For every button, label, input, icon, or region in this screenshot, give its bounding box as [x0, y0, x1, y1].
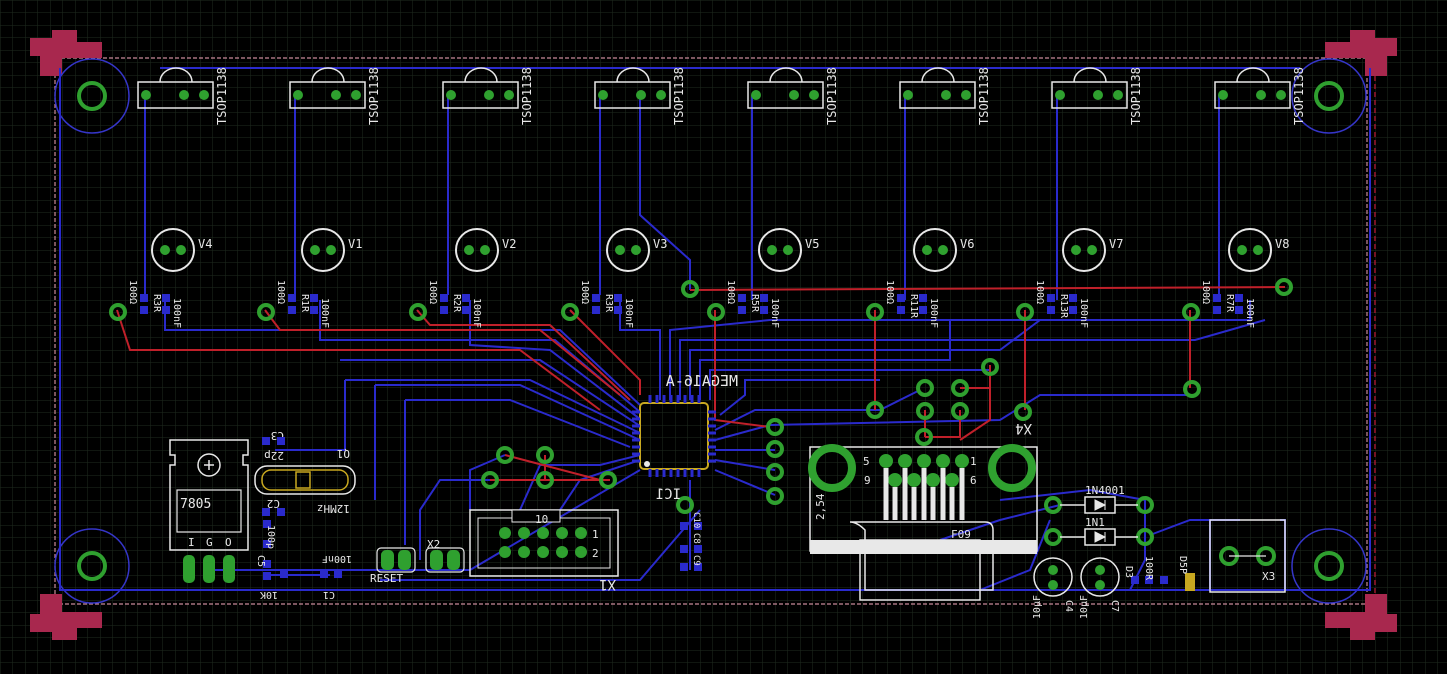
led-label: V4 [198, 237, 212, 251]
resistor-value-b: 100nF [769, 298, 780, 328]
subd-ref: X4 [1015, 420, 1032, 436]
receiver-label: TSOP1138 [1129, 67, 1143, 125]
led-label: V1 [348, 237, 362, 251]
receiver-label: TSOP1138 [520, 67, 534, 125]
cap-c9: C9 [691, 555, 701, 566]
subd-pin1: 1 [970, 455, 977, 468]
resistor-value-b: 100nF [928, 298, 939, 328]
led-label: V3 [653, 237, 667, 251]
elcap-ref: C7 [1109, 600, 1120, 612]
resistor-ref: R1R [299, 294, 310, 313]
resistor-value-b: 100nF [319, 298, 330, 328]
receiver-label: TSOP1138 [825, 67, 839, 125]
resistor-ref: R11R [908, 294, 919, 319]
resistor-value-a: 100Ω [1200, 280, 1211, 304]
reset-res-value: 10K [260, 589, 278, 600]
c1-ref: C1 [323, 589, 335, 600]
header-pin2-label: 2 [592, 547, 599, 560]
subd-pin6: 6 [970, 474, 977, 487]
cap-c8: C8 [691, 533, 701, 544]
misc-res: 100R [1143, 556, 1154, 581]
led-label: V7 [1109, 237, 1123, 251]
resistor-ref: R3R [151, 294, 162, 313]
subd-pitch: 2,54 [814, 493, 827, 520]
crystal-value: 12MHz [317, 502, 350, 515]
header-pin1-label: 1 [592, 528, 599, 541]
resistor-value-b: 100nF [171, 298, 182, 328]
resistor-value-a: 100Ω [1034, 280, 1045, 304]
x2-label: X2 [427, 538, 440, 551]
c1-value: 100nF [322, 553, 352, 564]
led-label: V6 [960, 237, 974, 251]
led-label: V2 [502, 237, 516, 251]
reset-cap-ref: C5 [255, 555, 266, 567]
regulator-pin-g: G [206, 536, 213, 549]
receiver-label: TSOP1138 [672, 67, 686, 125]
resistor-value-a: 100Ω [579, 280, 590, 304]
resistor-value-a: 100Ω [725, 280, 736, 304]
misc-ref-a: D3 [1123, 566, 1134, 578]
terminal-ref: X3 [1262, 570, 1275, 583]
resistor-ref: R13R [1058, 294, 1069, 319]
header-ref: X1 [599, 576, 616, 592]
resistor-value-a: 100Ω [884, 280, 895, 304]
resistor-ref: R3R [603, 294, 614, 313]
diode-label: 1N4001 [1085, 484, 1125, 497]
mcu-ref-label: IC1 [656, 487, 681, 503]
crystal-cap-value: 22p [264, 449, 284, 462]
elcap-value: 10µF [1032, 595, 1043, 619]
regulator-pin-i: I [188, 536, 195, 549]
resistor-ref: R2R [451, 294, 462, 313]
resistor-ref: R7R [1224, 294, 1235, 313]
regulator-pin-o: O [225, 536, 232, 549]
resistor-value-a: 100Ω [127, 280, 138, 304]
subd-pin9: 9 [864, 474, 871, 487]
regulator-value: 7805 [180, 497, 211, 512]
led-label: V8 [1275, 237, 1289, 251]
misc-ref-b: D5P [1177, 556, 1188, 574]
diode-label: 1N1 [1085, 516, 1105, 529]
pcb-layout-canvas: TSOP1138 TSOP1138 TSOP1138 TSOP1138 TSOP… [0, 0, 1447, 674]
resistor-value-a: 100Ω [275, 280, 286, 304]
receiver-label: TSOP1138 [1292, 67, 1306, 125]
resistor-value-b: 100nF [623, 298, 634, 328]
resistor-value-b: 100nF [1244, 298, 1255, 328]
resistor-value-b: 100nF [471, 298, 482, 328]
resistor-value-b: 100nF [1078, 298, 1089, 328]
elcap-value: 10µF [1079, 595, 1090, 619]
reset-cap-value: 100p [265, 525, 276, 549]
subd-pin5: 5 [863, 455, 870, 468]
resistor-value-a: 100Ω [427, 280, 438, 304]
crystal-ref: Q1 [337, 447, 350, 460]
reset-label: RESET [370, 572, 403, 585]
led-label: V5 [805, 237, 819, 251]
header-pin10-label: 10 [535, 513, 548, 526]
receiver-label: TSOP1138 [367, 67, 381, 125]
resistor-ref: R5R [749, 294, 760, 313]
mcu-value-label: MEGA16-A [666, 372, 738, 390]
subd-value: F09 [951, 528, 971, 541]
receiver-label: TSOP1138 [215, 67, 229, 125]
elcap-ref: C4 [1063, 600, 1074, 612]
receiver-label: TSOP1138 [977, 67, 991, 125]
cap-c10: C10 [691, 512, 701, 528]
